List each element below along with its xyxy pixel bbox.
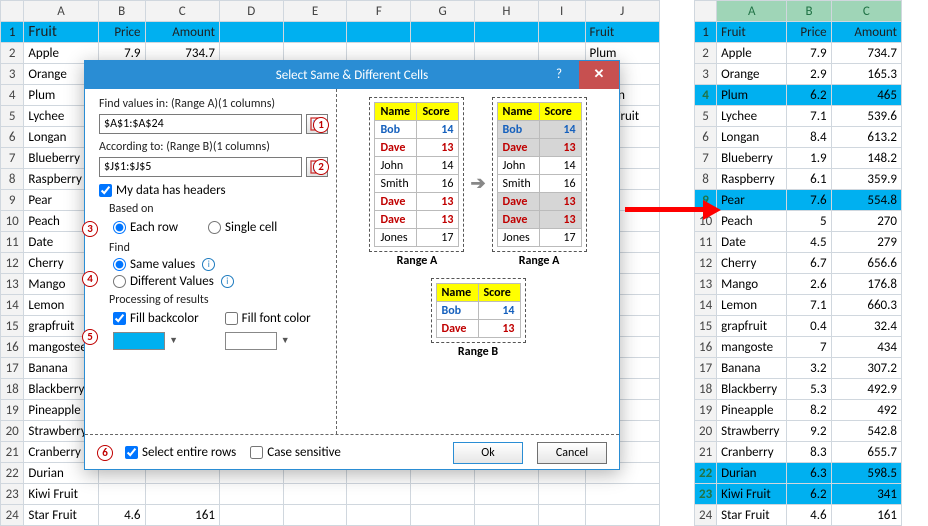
table-row[interactable]: 14 Lemon 7.1 660.3 [695,295,902,316]
same-values-radio[interactable]: Same values i [113,257,328,272]
table-row[interactable]: 11 Date 4.5 279 [695,232,902,253]
preview-pane: NameScoreBob14Dave13John14Smith16Dave13D… [337,89,619,434]
preview-range-a-before: NameScoreBob14Dave13John14Smith16Dave13D… [369,97,464,252]
preview-range-a-after: NameScoreBob14Dave13John14Smith16Dave13D… [492,97,587,252]
single-cell-radio[interactable]: Single cell [208,220,277,235]
step-badge-5: 5 [82,329,98,345]
table-row[interactable]: 6 Longan 8.4 613.2 [695,127,902,148]
different-values-radio[interactable]: Different Values i [113,274,328,289]
col-header-row: A B C [695,1,902,22]
table-row[interactable]: 24 Star Fruit 4.6 161 [695,505,902,526]
table-row[interactable]: 10 Peach 5 270 [695,211,902,232]
table-row[interactable]: 15 grapfruit 0.4 32.4 [695,316,902,337]
processing-label: Processing of results [109,293,328,307]
arrow-right-icon: ➔ [470,172,485,194]
col-header-row: A B C D E F G H I J [1,1,660,22]
based-on-label: Based on [109,202,328,216]
find-section-label: Find [109,241,328,255]
left-spreadsheet-pane: A B C D E F G H I J 1 Fruit Price Amount… [0,0,680,521]
table-row[interactable]: 20 Strawberry 9.2 542.8 [695,421,902,442]
step-badge-6: 6 [97,445,113,461]
find-values-label: Find values in: (Range A)(1 columns) [99,97,328,111]
table-row[interactable]: 23 Kiwi Fruit [1,484,660,505]
fill-backcolor-checkbox[interactable]: Fill backcolor [113,311,199,326]
step-badge-3: 3 [82,221,98,237]
table-row[interactable]: 23 Kiwi Fruit 6.2 341 [695,484,902,505]
table-row[interactable]: 1 Fruit Price Amount Fruit [1,22,660,43]
right-spreadsheet-pane: A B C 1 Fruit Price Amount2 Apple 7.9 73… [690,0,902,521]
step-badge-4: 4 [82,271,98,287]
table-row[interactable]: 5 Lychee 7.1 539.6 [695,106,902,127]
preview-range-b: NameScoreBob14Dave13 [431,278,526,343]
right-sheet[interactable]: A B C 1 Fruit Price Amount2 Apple 7.9 73… [694,0,902,526]
table-row[interactable]: 1 Fruit Price Amount [695,22,902,43]
has-headers-checkbox[interactable]: My data has headers [99,183,328,198]
table-row[interactable]: 22 Durian 6.3 598.5 [695,463,902,484]
table-row[interactable]: 13 Mango 2.6 176.8 [695,274,902,295]
cancel-button[interactable]: Cancel [537,442,607,464]
each-row-radio[interactable]: Each row [113,220,178,235]
info-icon[interactable]: i [202,258,215,271]
select-entire-rows-checkbox[interactable]: Select entire rows [125,445,236,460]
table-row[interactable]: 3 Orange 2.9 165.3 [695,64,902,85]
table-row[interactable]: 8 Raspberry 6.1 359.9 [695,169,902,190]
dialog-titlebar[interactable]: Select Same & Different Cells ? ✕ [85,61,619,89]
info-icon[interactable]: i [221,275,234,288]
step-badge-2: 2 [313,159,329,175]
table-row[interactable]: 17 Banana 3.2 307.2 [695,358,902,379]
help-button[interactable]: ? [545,61,573,89]
range-b-input[interactable] [99,157,302,177]
table-row[interactable]: 7 Blueberry 1.9 148.2 [695,148,902,169]
case-sensitive-checkbox[interactable]: Case sensitive [250,445,341,460]
fontcolor-swatch[interactable] [225,332,277,350]
fill-fontcolor-checkbox[interactable]: Fill font color [225,311,311,326]
range-a-input[interactable] [99,114,302,134]
ok-button[interactable]: Ok [453,442,523,464]
select-same-different-dialog: Select Same & Different Cells ? ✕ Find v… [84,60,620,470]
table-row[interactable]: 2 Apple 7.9 734.7 [695,43,902,64]
result-arrow-icon [625,200,725,220]
table-row[interactable]: 18 Blackberry 5.3 492.9 [695,379,902,400]
close-button[interactable]: ✕ [579,61,619,89]
according-to-label: According to: (Range B)(1 columns) [99,140,328,154]
table-row[interactable]: 19 Pineapple 8.2 492 [695,400,902,421]
step-badge-1: 1 [313,117,329,133]
table-row[interactable]: 12 Cherry 6.7 656.6 [695,253,902,274]
table-row[interactable]: 9 Pear 7.6 554.8 [695,190,902,211]
dialog-title: Select Same & Different Cells [276,68,428,83]
table-row[interactable]: 4 Plum 6.2 465 [695,85,902,106]
backcolor-swatch[interactable] [113,332,165,350]
table-row[interactable]: 16 mangoste 7 434 [695,337,902,358]
has-headers-input[interactable] [99,184,112,197]
table-row[interactable]: 24 Star Fruit 4.6 161 [1,505,660,526]
table-row[interactable]: 21 Cranberry 8.3 655.7 [695,442,902,463]
